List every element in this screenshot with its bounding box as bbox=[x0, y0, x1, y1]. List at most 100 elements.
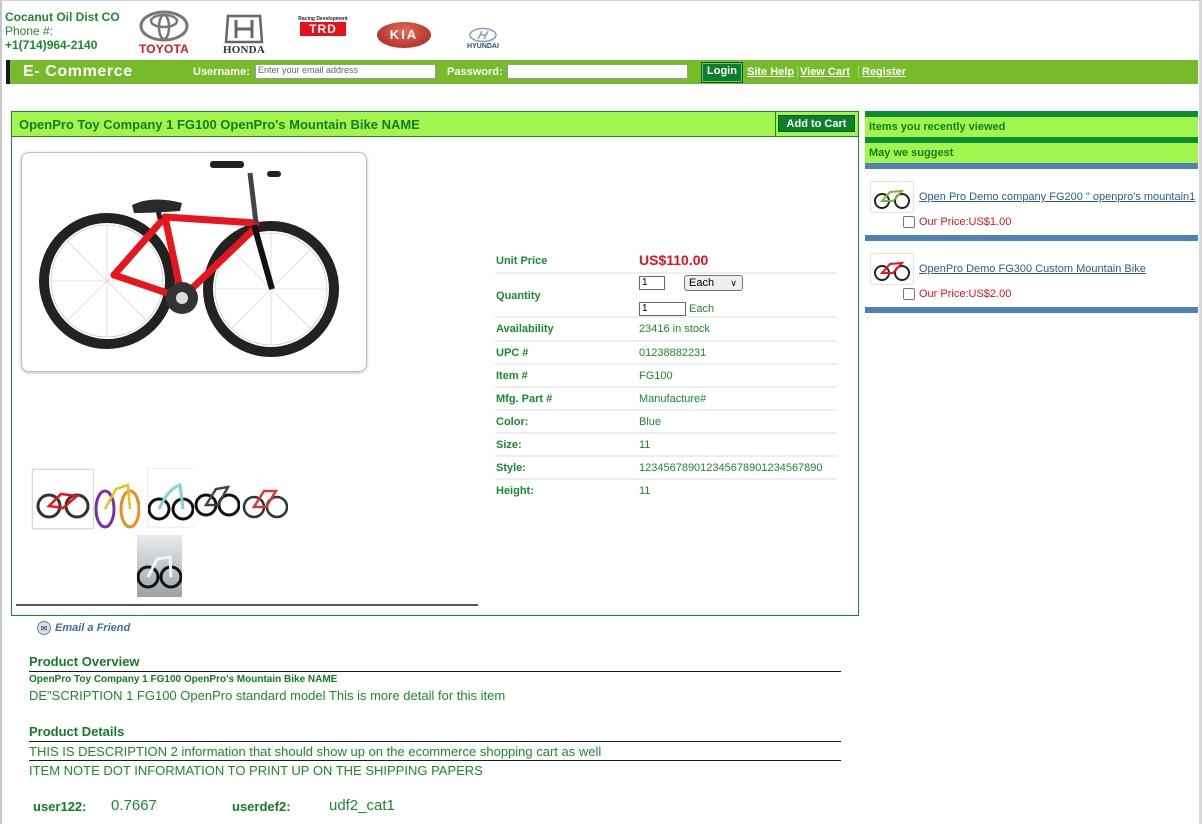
product-panel: OpenPro Toy Company 1 FG100 OpenPro's Mo… bbox=[11, 111, 859, 616]
quantity-label: Quantity bbox=[496, 290, 541, 302]
spec-row: Item # FG100 bbox=[495, 365, 837, 388]
register-link[interactable]: Register bbox=[862, 66, 906, 78]
window-top-border bbox=[0, 0, 1202, 1]
spec-row-unit-price: Unit Price US$110.00 bbox=[495, 250, 837, 274]
suggestion-checkbox[interactable] bbox=[903, 288, 915, 300]
thumbnail-silver-ebike[interactable] bbox=[136, 535, 183, 597]
spec-value: FG100 bbox=[639, 370, 673, 382]
silver-ebike-thumb-icon bbox=[136, 555, 183, 589]
black-mountain-thumb-icon bbox=[194, 485, 241, 517]
udf-label: userdef2: bbox=[232, 799, 291, 814]
quantity-input-secondary[interactable]: 1 bbox=[639, 302, 686, 316]
site-help-link[interactable]: Site Help bbox=[747, 66, 794, 78]
envelope-icon: ✉ bbox=[37, 621, 51, 635]
details-line-2: ITEM NOTE DOT INFORMATION TO PRINT UP ON… bbox=[29, 763, 483, 778]
details-rule bbox=[29, 741, 841, 742]
spec-row: UPC # 01238882231 bbox=[495, 342, 837, 365]
udf-value: udf2_cat1 bbox=[329, 797, 395, 814]
toyota-logo[interactable]: TOYOTA bbox=[136, 10, 192, 56]
overview-subtitle: OpenPro Toy Company 1 FG100 OpenPro's Mo… bbox=[29, 674, 338, 685]
suggestion-item: OpenPro Demo FG300 Custom Mountain Bike … bbox=[865, 241, 1198, 307]
suggest-header: May we suggest bbox=[865, 143, 1198, 163]
nav-separator bbox=[858, 66, 859, 78]
spec-label: Availability bbox=[496, 323, 554, 335]
details-rule bbox=[29, 760, 841, 761]
spec-label: Item # bbox=[496, 370, 528, 382]
add-to-cart-cell: Add to Cart bbox=[775, 112, 858, 136]
suggestion-price: Our Price:US$2.00 bbox=[919, 288, 1012, 300]
uom-select[interactable]: Each ∨ bbox=[684, 275, 743, 291]
red-bmx-thumb-icon bbox=[36, 492, 90, 519]
company-name: Cocanut Oil Dist CO bbox=[5, 10, 120, 24]
thumbnail-red-bmx[interactable] bbox=[32, 469, 94, 529]
spec-row: Size: 11 bbox=[495, 434, 837, 457]
email-a-friend-link[interactable]: Email a Friend bbox=[55, 622, 130, 634]
thumbnail-red-road[interactable] bbox=[242, 469, 289, 527]
honda-logo[interactable]: HONDA bbox=[216, 14, 272, 56]
unit-price-label: Unit Price bbox=[496, 255, 548, 267]
thumbnail-black-mountain[interactable] bbox=[194, 469, 241, 527]
suggestion-thumbnail[interactable] bbox=[870, 253, 914, 285]
spec-row-quantity: Quantity 1 Each ∨ 1 Each bbox=[495, 274, 837, 318]
password-input[interactable] bbox=[507, 64, 688, 79]
toyota-wordmark: TOYOTA bbox=[138, 42, 190, 56]
udf-label: user122: bbox=[33, 799, 87, 814]
red-road-thumb-icon bbox=[242, 489, 289, 519]
honda-wordmark: HONDA bbox=[223, 44, 265, 56]
spec-value: 23416 in stock bbox=[639, 323, 710, 335]
green-bike-thumb-icon bbox=[874, 189, 910, 209]
udf-value: 0.7667 bbox=[111, 797, 157, 814]
suggestion-checkbox[interactable] bbox=[903, 216, 915, 228]
suggestion-thumbnail[interactable] bbox=[870, 181, 914, 213]
hyundai-wordmark: HYUNDAI bbox=[467, 43, 499, 50]
overview-rule bbox=[29, 671, 841, 672]
honda-emblem-icon bbox=[224, 14, 264, 44]
hyundai-logo[interactable]: HYUNDAI bbox=[462, 27, 504, 50]
trd-wordmark: TRD bbox=[300, 22, 346, 36]
company-phone: +1(714)964-2140 bbox=[5, 38, 98, 52]
yellow-cruiser-thumb-icon bbox=[94, 483, 141, 529]
overview-description: DE"SCRIPTION 1 FG100 OpenPro standard mo… bbox=[29, 688, 506, 703]
kia-logo[interactable]: KIA bbox=[376, 22, 432, 48]
login-button[interactable]: Login bbox=[701, 62, 743, 83]
thumbnail-yellow-cruiser[interactable] bbox=[94, 467, 141, 529]
red-bmx-bike-image bbox=[39, 161, 339, 357]
spec-value: 123456789012345678901234567890 bbox=[639, 462, 823, 474]
trd-logo[interactable]: Racing Development TRD bbox=[298, 16, 348, 36]
spec-row: Style: 123456789012345678901234567890 bbox=[495, 457, 837, 480]
uom-selected: Each bbox=[689, 277, 715, 289]
product-main-image[interactable] bbox=[21, 152, 367, 372]
password-label: Password: bbox=[447, 66, 503, 78]
white-concept-thumb-icon bbox=[147, 482, 195, 521]
spec-label: Style: bbox=[496, 462, 526, 474]
spec-value: 11 bbox=[639, 485, 651, 497]
gallery-divider bbox=[16, 604, 478, 606]
unit-price-value: US$110.00 bbox=[639, 252, 709, 268]
spec-row: Mfg. Part # Manufacture# bbox=[495, 388, 837, 411]
quantity-input[interactable]: 1 bbox=[639, 276, 665, 290]
suggestion-link[interactable]: OpenPro Demo FG300 Custom Mountain Bike bbox=[919, 263, 1146, 275]
red-bike-thumb-icon bbox=[874, 261, 910, 281]
toyota-emblem-icon bbox=[139, 10, 189, 42]
email-a-friend[interactable]: ✉ Email a Friend bbox=[37, 621, 130, 635]
spec-value: Manufacture# bbox=[639, 393, 707, 405]
thumbnail-white-concept[interactable] bbox=[147, 468, 195, 528]
suggestion-link[interactable]: Open Pro Demo company FG200 " openpro's … bbox=[919, 191, 1195, 203]
suggestion-price: Our Price:US$1.00 bbox=[919, 216, 1012, 228]
product-title: OpenPro Toy Company 1 FG100 OpenPro's Mo… bbox=[19, 117, 420, 132]
add-to-cart-button[interactable]: Add to Cart bbox=[778, 115, 855, 132]
spec-label: UPC # bbox=[496, 347, 529, 359]
company-info: Cocanut Oil Dist CO Phone #: +1(714)964-… bbox=[5, 10, 120, 52]
spec-value: 11 bbox=[639, 439, 651, 451]
details-title: Product Details bbox=[29, 724, 125, 739]
spec-value: Blue bbox=[639, 416, 662, 428]
spec-row: Availability 23416 in stock bbox=[495, 318, 837, 342]
chevron-down-icon: ∨ bbox=[730, 278, 737, 288]
site-brand[interactable]: E- Commerce bbox=[23, 63, 133, 81]
spec-row: Height: 11 bbox=[495, 480, 837, 501]
product-header: OpenPro Toy Company 1 FG100 OpenPro's Mo… bbox=[12, 112, 858, 137]
spec-row: Color: Blue bbox=[495, 411, 837, 434]
username-input[interactable]: Enter your email address bbox=[255, 64, 436, 79]
kia-wordmark: KIA bbox=[377, 22, 431, 48]
view-cart-link[interactable]: View Cart bbox=[800, 66, 850, 78]
